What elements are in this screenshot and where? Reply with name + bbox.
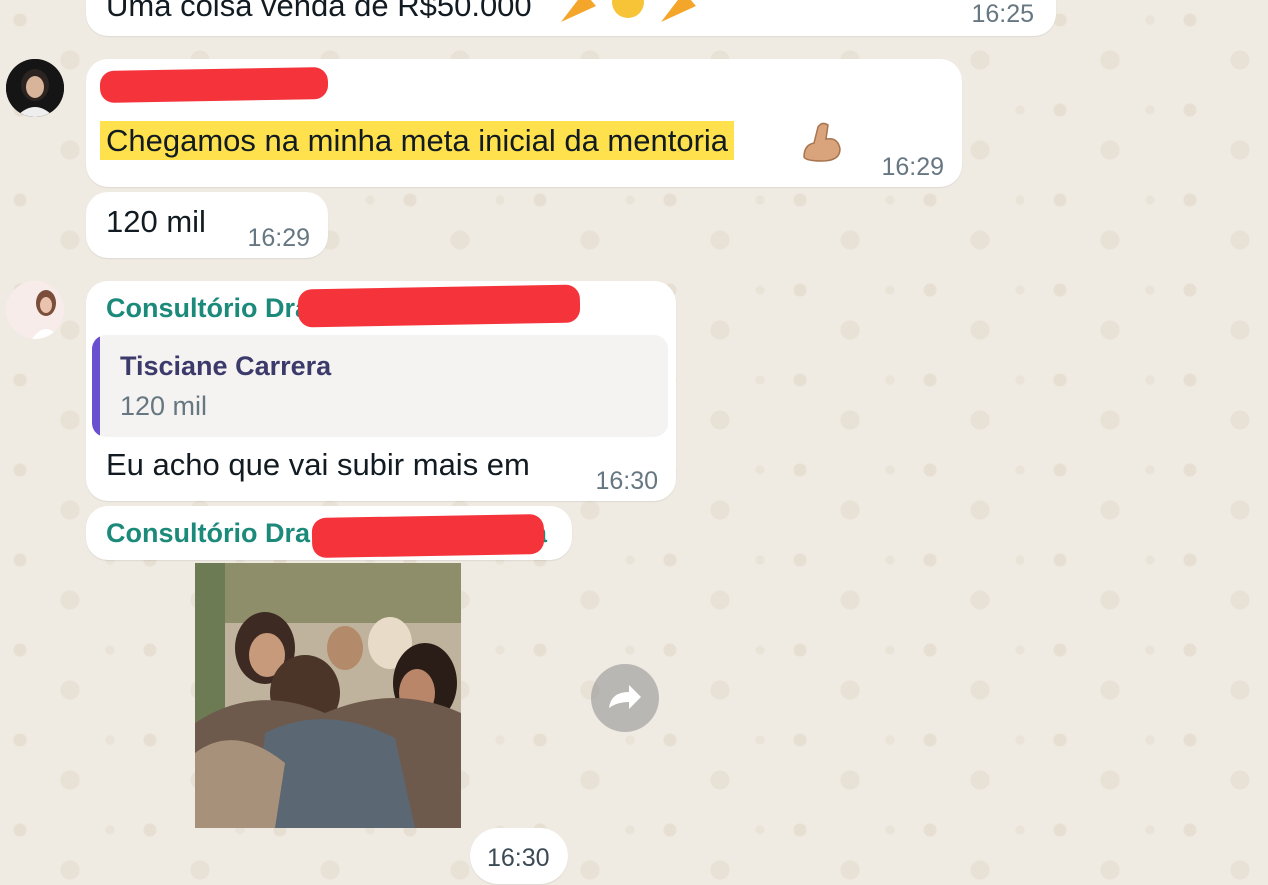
avatar-woman-dark bbox=[6, 59, 64, 117]
avatar-woman-light bbox=[6, 281, 64, 339]
flexed-biceps-icon bbox=[798, 117, 846, 170]
sender-avatar[interactable] bbox=[6, 281, 64, 339]
message-text: Eu acho que vai subir mais em bbox=[106, 447, 530, 482]
message-bubble-1[interactable]: Uma coisa venda de R$50.000 16:25 bbox=[86, 0, 1056, 36]
sender-name[interactable]: Consultório Dra bbox=[106, 518, 310, 549]
forward-icon bbox=[609, 685, 641, 709]
party-popper-icon bbox=[556, 0, 706, 31]
sticker-image[interactable] bbox=[195, 563, 461, 828]
sender-avatar[interactable] bbox=[6, 59, 64, 117]
redacted-sender-name bbox=[311, 513, 545, 559]
highlighted-text: Chegamos na minha meta inicial da mentor… bbox=[100, 121, 735, 160]
message-bubble-2[interactable]: Chegamos na minha meta inicial da mentor… bbox=[86, 59, 962, 187]
sticker-time-pill: 16:30 bbox=[470, 828, 568, 884]
message-bubble-5[interactable]: Consultório Dra rera bbox=[86, 506, 572, 560]
message-time: 16:30 bbox=[595, 467, 658, 495]
message-time: 16:29 bbox=[247, 224, 310, 252]
forward-button[interactable] bbox=[591, 664, 659, 732]
message-bubble-4[interactable]: Consultório Dra. Tisciane Carrera 120 mi… bbox=[86, 281, 676, 501]
message-text: 120 mil bbox=[106, 204, 206, 239]
message-bubble-3[interactable]: 120 mil 16:29 bbox=[86, 192, 328, 258]
quote-author: Tisciane Carrera bbox=[120, 351, 332, 381]
redacted-sender-name bbox=[99, 67, 329, 103]
quote-bar bbox=[92, 335, 100, 437]
message-time: 16:25 bbox=[971, 0, 1034, 28]
quote-text: 120 mil bbox=[120, 391, 208, 421]
sender-name[interactable]: Consultório Dra. bbox=[106, 293, 318, 324]
redacted-sender-name bbox=[297, 284, 581, 328]
message-text: Uma coisa venda de R$50.000 bbox=[106, 0, 532, 23]
message-text: Chegamos na minha meta inicial da mentor… bbox=[100, 121, 735, 160]
quoted-message[interactable]: Tisciane Carrera 120 mil bbox=[92, 335, 668, 437]
message-time: 16:30 bbox=[487, 844, 550, 872]
message-time: 16:29 bbox=[881, 153, 944, 181]
